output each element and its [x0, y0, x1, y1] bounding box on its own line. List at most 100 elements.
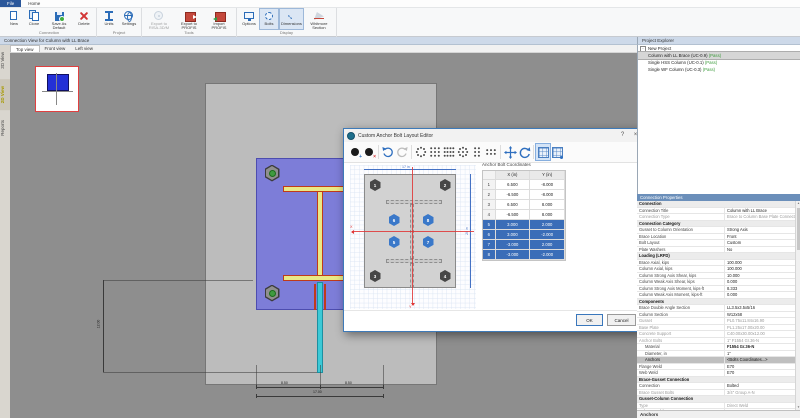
y-value-cell[interactable]: -8.000 — [530, 180, 565, 189]
ribbon-button-units[interactable]: Units — [99, 8, 119, 30]
property-value[interactable]: 0.000 — [725, 279, 795, 285]
grid-3x2-pattern-icon[interactable] — [484, 144, 498, 160]
dialog-titlebar[interactable]: Custom Anchor Bolt Layout Editor ? × — [344, 129, 642, 142]
property-value[interactable]: C40.00x30.00x12.00 — [725, 331, 795, 337]
ribbon-button-settings[interactable]: Settings — [119, 8, 139, 30]
property-value[interactable]: F1554 Gr.36-N — [725, 344, 795, 350]
x-value-cell[interactable]: 6.500 — [496, 200, 531, 209]
ribbon-button-whitmore-section[interactable]: Whitmore Section — [304, 8, 334, 30]
table-row[interactable]: 53.0002.000 — [483, 220, 565, 230]
table-row[interactable]: 16.500-8.000 — [483, 180, 565, 190]
tree-root[interactable]: -New Project — [638, 45, 800, 52]
property-value[interactable]: Direct Weld — [725, 403, 795, 409]
property-value[interactable]: 1" — [725, 351, 795, 357]
x-value-cell[interactable]: -6.500 — [496, 190, 531, 199]
x-value-cell[interactable]: -3.000 — [496, 250, 531, 259]
y-value-cell[interactable]: -8.000 — [530, 190, 565, 199]
ribbon-button-clone[interactable]: Clone — [24, 8, 44, 30]
property-value[interactable]: 8.333 — [725, 286, 795, 292]
undo-icon[interactable] — [381, 144, 395, 160]
property-value[interactable]: Brace to Column Base Plate Connection — [725, 214, 795, 220]
circular-pattern-icon[interactable] — [414, 144, 428, 160]
circular-center-pattern-icon[interactable] — [456, 144, 470, 160]
ribbon-button-export-to-profis[interactable]: Export to PROFIS — [174, 8, 204, 30]
grid-3x3-pattern-icon[interactable] — [428, 144, 442, 160]
anchor-bolt[interactable] — [265, 165, 280, 182]
tree-item-column-with-ll-brace[interactable]: Column with LL Brace (UC-0.9) (Pass) — [638, 52, 800, 59]
table-row[interactable]: 63.000-2.000 — [483, 230, 565, 240]
coordinates-table-options-icon[interactable] — [550, 144, 564, 160]
property-value[interactable]: 0.000 — [725, 292, 795, 298]
property-value[interactable]: 3/4" Group A-N — [725, 390, 795, 396]
remove-anchor-icon[interactable]: × — [362, 144, 376, 160]
ribbon-button-import-profis-results[interactable]: Import PROFIS Results — [204, 8, 234, 30]
scrollbar-thumb[interactable] — [797, 208, 800, 250]
cancel-button[interactable]: Cancel — [607, 314, 636, 326]
ribbon-button-bolts[interactable]: Bolts — [259, 8, 279, 30]
x-value-cell[interactable]: -6.500 — [496, 210, 531, 219]
add-anchor-icon[interactable]: + — [348, 144, 362, 160]
show-coordinates-table-icon[interactable] — [536, 144, 550, 160]
ribbon-button-export-to-risa-3d-m[interactable]: Export to RISA-3D/M — [144, 8, 174, 30]
bolt-layout-canvas[interactable]: 17 in 20 in X Y 12346857 — [350, 165, 476, 309]
table-row[interactable]: 4-6.5008.000 — [483, 210, 565, 220]
property-value[interactable]: E70 — [725, 364, 795, 370]
property-value[interactable]: Custom — [725, 240, 795, 246]
property-value[interactable]: PL1.25x17.00x20.00 — [725, 325, 795, 331]
side-tab-reports[interactable]: Reports — [0, 113, 10, 143]
property-value[interactable]: Front — [725, 234, 795, 240]
table-row[interactable]: 7-3.0002.000 — [483, 240, 565, 250]
x-value-cell[interactable]: 6.500 — [496, 180, 531, 189]
column-web[interactable] — [317, 192, 323, 275]
property-value[interactable]: 10.000 — [725, 273, 795, 279]
y-value-cell[interactable]: 8.000 — [530, 210, 565, 219]
rotate-anchors-icon[interactable] — [517, 144, 531, 160]
properties-scrollbar[interactable]: ▲ ▼ — [795, 201, 800, 410]
property-value[interactable]: Column with LL Brace — [725, 208, 795, 214]
property-value[interactable]: 100.000 — [725, 260, 795, 266]
property-value[interactable]: W12x58 — [725, 312, 795, 318]
y-value-cell[interactable]: -2.000 — [530, 250, 565, 259]
view-tab-left-view[interactable]: Left view — [70, 45, 98, 52]
property-value[interactable]: PL0.75x11.84x16.90 — [725, 318, 795, 324]
property-value[interactable]: Strong Axis — [725, 227, 795, 233]
y-value-cell[interactable]: 2.000 — [530, 240, 565, 249]
property-value[interactable]: 1" F1554 Gr.36-N — [725, 338, 795, 344]
ribbon-tab-home[interactable]: Home — [21, 0, 47, 7]
property-value[interactable]: <Bolts Coordinates...> — [725, 357, 795, 363]
y-value-cell[interactable]: 2.000 — [530, 220, 565, 229]
y-value-cell[interactable]: 8.000 — [530, 200, 565, 209]
dialog-help-button[interactable]: ? — [616, 129, 629, 142]
view-tab-top-view[interactable]: Top view — [10, 45, 40, 52]
redo-icon[interactable] — [395, 144, 409, 160]
table-row[interactable]: 36.5008.000 — [483, 200, 565, 210]
x-value-cell[interactable]: 3.000 — [496, 220, 531, 229]
ribbon-button-options[interactable]: Options — [239, 8, 259, 30]
grid-4x3-pattern-icon[interactable] — [442, 144, 456, 160]
ribbon-button-new[interactable]: New — [4, 8, 24, 30]
y-value-cell[interactable]: -2.000 — [530, 230, 565, 239]
property-value[interactable]: E70 — [725, 370, 795, 376]
property-value[interactable]: No — [725, 247, 795, 253]
collapse-icon[interactable]: - — [640, 46, 646, 52]
property-value[interactable]: LL3.5x3.5x5/16 — [725, 305, 795, 311]
x-value-cell[interactable]: 3.000 — [496, 230, 531, 239]
anchor-bolt[interactable] — [265, 285, 280, 302]
grid-2x3-pattern-icon[interactable] — [470, 144, 484, 160]
tree-item-single-hss-column[interactable]: Single HSS Column (UC-0.1) (Pass) — [638, 59, 800, 66]
ribbon-button-dimensions[interactable]: ↔Dimensions — [279, 8, 304, 30]
tree-item-single-wf-column[interactable]: Single WF Column (UC-0.3) (Pass) — [638, 66, 800, 73]
x-value-cell[interactable]: -3.000 — [496, 240, 531, 249]
gusset-plate[interactable] — [317, 282, 323, 373]
ribbon-tab-file[interactable]: File — [0, 0, 21, 7]
ribbon-button-save-as-default[interactable]: Save As Default — [44, 8, 74, 30]
table-row[interactable]: 2-6.500-8.000 — [483, 190, 565, 200]
table-row[interactable]: 8-3.000-2.000 — [483, 250, 565, 260]
property-value[interactable]: Bolted — [725, 383, 795, 389]
property-value[interactable]: 100.000 — [725, 266, 795, 272]
move-anchors-icon[interactable] — [503, 144, 517, 160]
side-tab-2d-view[interactable]: 2D View — [0, 79, 10, 110]
ok-button[interactable]: OK — [576, 314, 603, 326]
view-tab-front-view[interactable]: Front view — [40, 45, 71, 52]
scroll-up-icon[interactable]: ▲ — [796, 201, 800, 206]
